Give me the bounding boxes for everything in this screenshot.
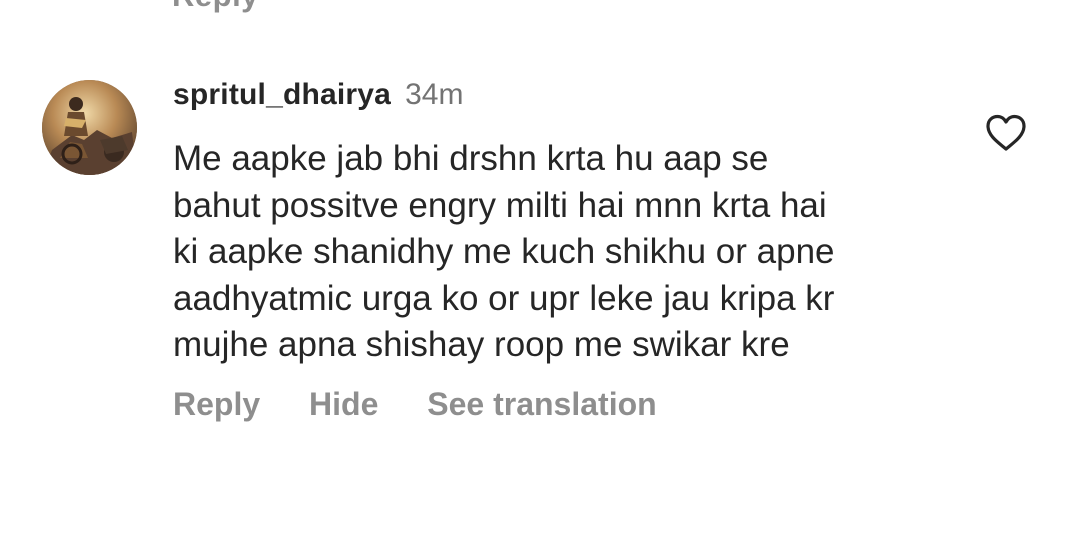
username[interactable]: spritul_dhairya [173, 78, 391, 111]
avatar[interactable] [42, 80, 137, 175]
comment-text-line: Me aapke jab bhi drshn krta hu aap se [173, 139, 769, 178]
reply-button[interactable]: Reply [173, 386, 260, 423]
heart-outline-icon [986, 114, 1026, 151]
comment-text: Me aapke jab bhi drshn krta hu aap se ba… [173, 136, 953, 369]
comment-text-line: ki aapke shanidhy me kuch shikhu or apne [173, 232, 835, 271]
comment-actions: Reply Hide See translation [173, 386, 697, 423]
like-button[interactable] [985, 114, 1027, 152]
comment-text-line: bahut possitve engry milti hai mnn krta … [173, 185, 827, 225]
comment: spritul_dhairya 34m Me aapke jab bhi drsh… [0, 0, 1080, 542]
avatar-image [42, 80, 137, 175]
hide-button[interactable]: Hide [309, 386, 378, 423]
comment-text-line: mujhe apna shishay roop me swikar kre [173, 325, 790, 364]
see-translation-button[interactable]: See translation [427, 386, 656, 423]
timestamp: 34m [405, 78, 464, 111]
comment-text-line: aadhyatmic urga ko or upr leke jau kripa… [173, 278, 835, 318]
comment-header: spritul_dhairya 34m [173, 78, 463, 118]
